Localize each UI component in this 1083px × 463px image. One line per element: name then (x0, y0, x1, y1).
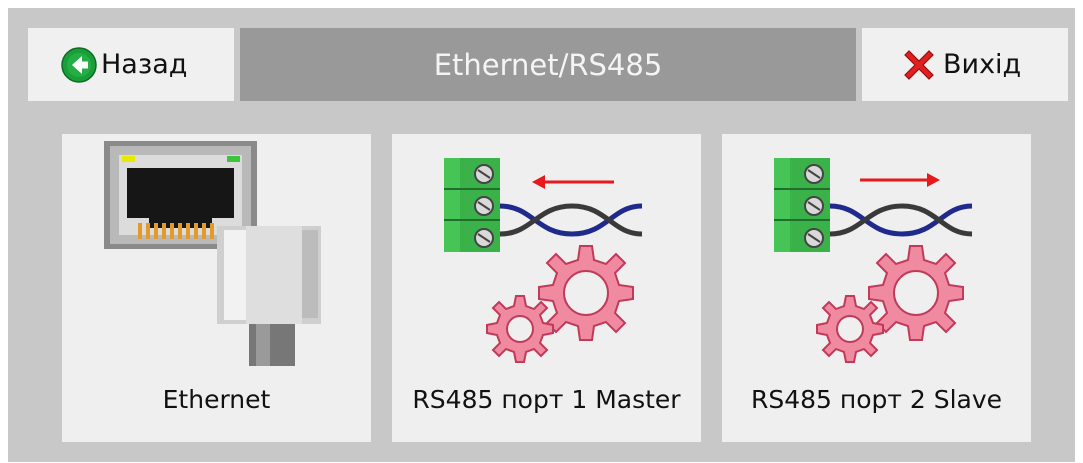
ethernet-port-icon (62, 134, 371, 374)
exit-button[interactable]: Вихід (862, 28, 1068, 101)
rs485-port1-master-label: RS485 порт 1 Master (412, 385, 681, 414)
back-button[interactable]: Назад (28, 28, 234, 101)
page-title: Ethernet/RS485 (240, 28, 856, 101)
ethernet-tile-label: Ethernet (162, 385, 271, 414)
rs485-port2-slave-label: RS485 порт 2 Slave (750, 385, 1003, 414)
back-arrow-icon (61, 46, 97, 83)
rs485-port1-master-tile[interactable]: RS485 порт 1 Master (392, 134, 701, 442)
ethernet-tile[interactable]: Ethernet (62, 134, 371, 442)
rs485-slave-icon (722, 134, 1031, 374)
rs485-master-icon (392, 134, 701, 374)
close-icon (899, 45, 939, 85)
back-button-label: Назад (101, 49, 188, 80)
exit-button-label: Вихід (943, 49, 1022, 80)
page-title-text: Ethernet/RS485 (433, 47, 663, 82)
rs485-port2-slave-tile[interactable]: RS485 порт 2 Slave (722, 134, 1031, 442)
